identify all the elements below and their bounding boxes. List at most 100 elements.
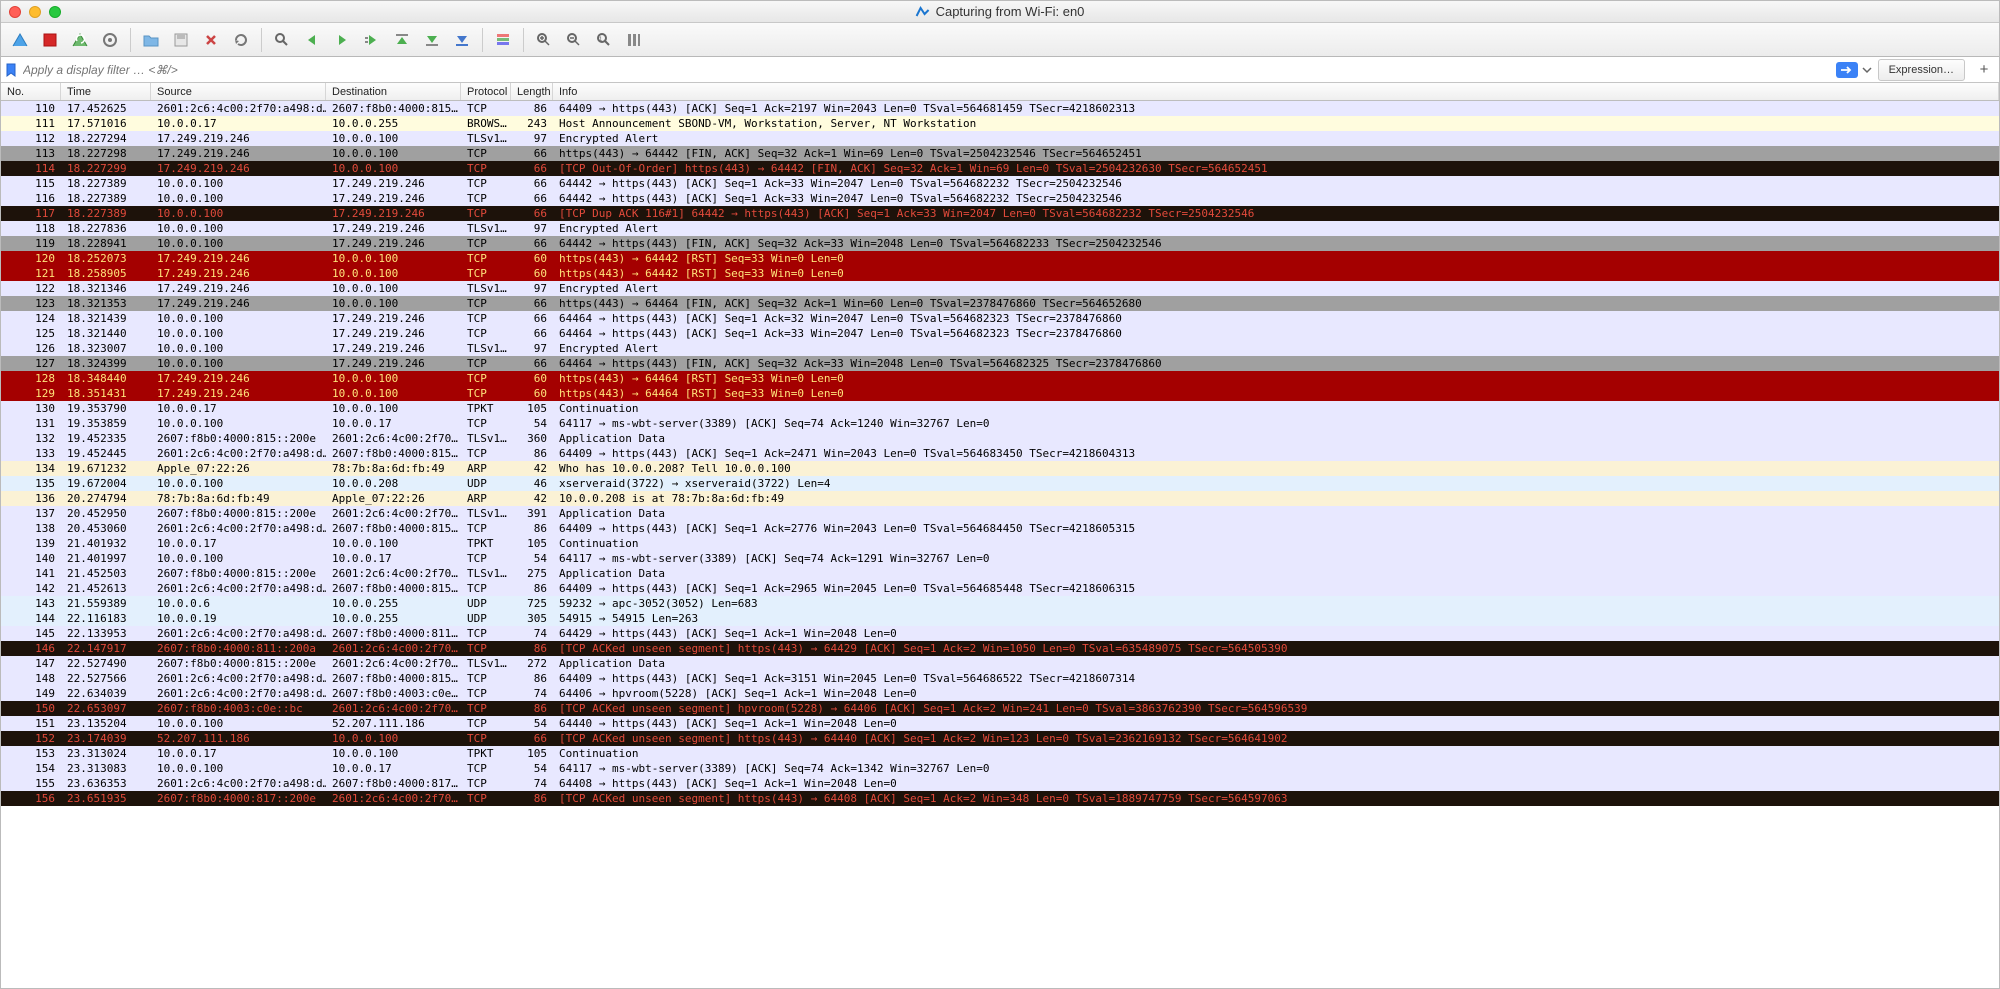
apply-filter-button[interactable] xyxy=(1836,62,1858,78)
go-to-packet-button[interactable] xyxy=(359,27,385,53)
packet-row[interactable]: 13519.67200410.0.0.10010.0.0.208UDP46xse… xyxy=(1,476,1999,491)
column-header-info[interactable]: Info xyxy=(553,83,1999,100)
save-file-button[interactable] xyxy=(168,27,194,53)
open-file-button[interactable] xyxy=(138,27,164,53)
column-header-no[interactable]: No. xyxy=(1,83,61,100)
packet-row[interactable]: 13219.4523352607:f8b0:4000:815::200e2601… xyxy=(1,431,1999,446)
packet-row[interactable]: 11318.22729817.249.219.24610.0.0.100TCP6… xyxy=(1,146,1999,161)
column-header-destination[interactable]: Destination xyxy=(326,83,461,100)
packet-row[interactable]: 15022.6530972607:f8b0:4003:c0e::bc2601:2… xyxy=(1,701,1999,716)
go-back-button[interactable] xyxy=(299,27,325,53)
packet-row[interactable]: 14922.6340392601:2c6:4c00:2f70:a498:d…26… xyxy=(1,686,1999,701)
packet-row[interactable]: 13720.4529502607:f8b0:4000:815::200e2601… xyxy=(1,506,1999,521)
packet-list[interactable]: 11017.4526252601:2c6:4c00:2f70:a498:d…26… xyxy=(1,101,1999,988)
packet-row[interactable]: 15223.17403952.207.111.18610.0.0.100TCP6… xyxy=(1,731,1999,746)
column-header-length[interactable]: Length xyxy=(511,83,553,100)
colorize-button[interactable] xyxy=(490,27,516,53)
packet-row[interactable]: 11518.22738910.0.0.10017.249.219.246TCP6… xyxy=(1,176,1999,191)
packet-destination: 10.0.0.100 xyxy=(326,161,461,176)
packet-length: 66 xyxy=(511,206,553,221)
packet-row[interactable]: 14321.55938910.0.0.610.0.0.255UDP7255923… xyxy=(1,596,1999,611)
packet-row[interactable]: 12818.34844017.249.219.24610.0.0.100TCP6… xyxy=(1,371,1999,386)
toolbar-separator xyxy=(261,28,262,52)
packet-row[interactable]: 14121.4525032607:f8b0:4000:815::200e2601… xyxy=(1,566,1999,581)
column-header-source[interactable]: Source xyxy=(151,83,326,100)
expression-button[interactable]: Expression… xyxy=(1878,59,1965,81)
packet-row[interactable]: 13119.35385910.0.0.10010.0.0.17TCP546411… xyxy=(1,416,1999,431)
packet-row[interactable]: 14422.11618310.0.0.1910.0.0.255UDP305549… xyxy=(1,611,1999,626)
packet-row[interactable]: 14021.40199710.0.0.10010.0.0.17TCP546411… xyxy=(1,551,1999,566)
packet-time: 18.321440 xyxy=(61,326,151,341)
packet-row[interactable]: 11218.22729417.249.219.24610.0.0.100TLSv… xyxy=(1,131,1999,146)
packet-row[interactable]: 11017.4526252601:2c6:4c00:2f70:a498:d…26… xyxy=(1,101,1999,116)
display-filter-input[interactable] xyxy=(19,61,1832,79)
packet-row[interactable]: 15623.6519352607:f8b0:4000:817::200e2601… xyxy=(1,791,1999,806)
zoom-out-button[interactable] xyxy=(561,27,587,53)
packet-info: 64442 → https(443) [ACK] Seq=1 Ack=33 Wi… xyxy=(553,191,1999,206)
packet-no: 121 xyxy=(1,266,61,281)
packet-row[interactable]: 14622.1479172607:f8b0:4000:811::200a2601… xyxy=(1,641,1999,656)
packet-time: 23.651935 xyxy=(61,791,151,806)
packet-row[interactable]: 15123.13520410.0.0.10052.207.111.186TCP5… xyxy=(1,716,1999,731)
packet-row[interactable]: 12018.25207317.249.219.24610.0.0.100TCP6… xyxy=(1,251,1999,266)
packet-row[interactable]: 11117.57101610.0.0.1710.0.0.255BROWS…243… xyxy=(1,116,1999,131)
packet-row[interactable]: 12718.32439910.0.0.10017.249.219.246TCP6… xyxy=(1,356,1999,371)
capture-options-button[interactable] xyxy=(97,27,123,53)
packet-row[interactable]: 14522.1339532601:2c6:4c00:2f70:a498:d…26… xyxy=(1,626,1999,641)
packet-row[interactable]: 11918.22894110.0.0.10017.249.219.246TCP6… xyxy=(1,236,1999,251)
minimize-window-button[interactable] xyxy=(29,6,41,18)
auto-scroll-button[interactable] xyxy=(449,27,475,53)
packet-destination: Apple_07:22:26 xyxy=(326,491,461,506)
packet-info: [TCP ACKed unseen segment] https(443) → … xyxy=(553,731,1999,746)
column-header-protocol[interactable]: Protocol xyxy=(461,83,511,100)
packet-row[interactable]: 12418.32143910.0.0.10017.249.219.246TCP6… xyxy=(1,311,1999,326)
go-to-first-button[interactable] xyxy=(389,27,415,53)
packet-length: 66 xyxy=(511,146,553,161)
restart-capture-button[interactable] xyxy=(67,27,93,53)
go-to-last-button[interactable] xyxy=(419,27,445,53)
packet-time: 18.227298 xyxy=(61,146,151,161)
column-header-time[interactable]: Time xyxy=(61,83,151,100)
start-capture-button[interactable] xyxy=(7,27,33,53)
bookmark-icon[interactable] xyxy=(5,63,17,77)
packet-row[interactable]: 11418.22729917.249.219.24610.0.0.100TCP6… xyxy=(1,161,1999,176)
packet-row[interactable]: 15523.6363532601:2c6:4c00:2f70:a498:d…26… xyxy=(1,776,1999,791)
stop-capture-button[interactable] xyxy=(37,27,63,53)
packet-time: 21.559389 xyxy=(61,596,151,611)
packet-row[interactable]: 12218.32134617.249.219.24610.0.0.100TLSv… xyxy=(1,281,1999,296)
find-packet-button[interactable] xyxy=(269,27,295,53)
packet-row[interactable]: 13019.35379010.0.0.1710.0.0.100TPKT105Co… xyxy=(1,401,1999,416)
packet-row[interactable]: 11818.22783610.0.0.10017.249.219.246TLSv… xyxy=(1,221,1999,236)
packet-row[interactable]: 13620.27479478:7b:8a:6d:fb:49Apple_07:22… xyxy=(1,491,1999,506)
packet-source: 2607:f8b0:4000:815::200e xyxy=(151,656,326,671)
packet-row[interactable]: 14822.5275662601:2c6:4c00:2f70:a498:d…26… xyxy=(1,671,1999,686)
packet-row[interactable]: 13921.40193210.0.0.1710.0.0.100TPKT105Co… xyxy=(1,536,1999,551)
packet-row[interactable]: 14722.5274902607:f8b0:4000:815::200e2601… xyxy=(1,656,1999,671)
zoom-in-button[interactable] xyxy=(531,27,557,53)
packet-row[interactable]: 12618.32300710.0.0.10017.249.219.246TLSv… xyxy=(1,341,1999,356)
packet-row[interactable]: 12518.32144010.0.0.10017.249.219.246TCP6… xyxy=(1,326,1999,341)
packet-time: 19.671232 xyxy=(61,461,151,476)
go-forward-button[interactable] xyxy=(329,27,355,53)
zoom-reset-button[interactable]: 1 xyxy=(591,27,617,53)
packet-row[interactable]: 15323.31302410.0.0.1710.0.0.100TPKT105Co… xyxy=(1,746,1999,761)
packet-row[interactable]: 14221.4526132601:2c6:4c00:2f70:a498:d…26… xyxy=(1,581,1999,596)
packet-row[interactable]: 15423.31308310.0.0.10010.0.0.17TCP546411… xyxy=(1,761,1999,776)
filter-history-dropdown[interactable] xyxy=(1860,63,1874,77)
packet-row[interactable]: 13820.4530602601:2c6:4c00:2f70:a498:d…26… xyxy=(1,521,1999,536)
packet-row[interactable]: 11618.22738910.0.0.10017.249.219.246TCP6… xyxy=(1,191,1999,206)
add-filter-button[interactable]: + xyxy=(1973,59,1995,81)
packet-source: 2601:2c6:4c00:2f70:a498:d… xyxy=(151,671,326,686)
packet-row[interactable]: 11718.22738910.0.0.10017.249.219.246TCP6… xyxy=(1,206,1999,221)
packet-row[interactable]: 13319.4524452601:2c6:4c00:2f70:a498:d…26… xyxy=(1,446,1999,461)
packet-length: 46 xyxy=(511,476,553,491)
maximize-window-button[interactable] xyxy=(49,6,61,18)
close-window-button[interactable] xyxy=(9,6,21,18)
packet-row[interactable]: 12918.35143117.249.219.24610.0.0.100TCP6… xyxy=(1,386,1999,401)
packet-row[interactable]: 12318.32135317.249.219.24610.0.0.100TCP6… xyxy=(1,296,1999,311)
resize-columns-button[interactable] xyxy=(621,27,647,53)
packet-row[interactable]: 12118.25890517.249.219.24610.0.0.100TCP6… xyxy=(1,266,1999,281)
packet-row[interactable]: 13419.671232Apple_07:22:2678:7b:8a:6d:fb… xyxy=(1,461,1999,476)
reload-button[interactable] xyxy=(228,27,254,53)
close-file-button[interactable] xyxy=(198,27,224,53)
